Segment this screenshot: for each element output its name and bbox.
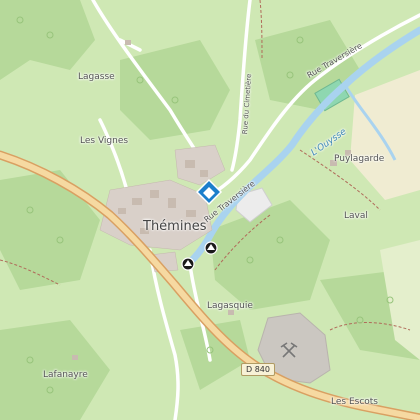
place-themines: Thémines xyxy=(143,219,207,234)
place-lafanayre: Lafanayre xyxy=(43,370,88,380)
place-les-vignes: Les Vignes xyxy=(80,136,129,146)
place-lagasquie: Lagasquie xyxy=(207,301,253,311)
place-puylagarde: Puylagarde xyxy=(334,154,385,164)
place-les-escots: Les Escots xyxy=(331,397,378,407)
cave-icon[interactable] xyxy=(181,257,195,271)
map-canvas[interactable]: Lagasse Les Vignes Thémines Puylagarde L… xyxy=(0,0,420,420)
road-ref-d840: D 840 xyxy=(241,363,275,376)
place-laval: Laval xyxy=(344,211,368,221)
place-lagasse: Lagasse xyxy=(78,72,115,82)
cave-icon[interactable] xyxy=(204,241,218,255)
